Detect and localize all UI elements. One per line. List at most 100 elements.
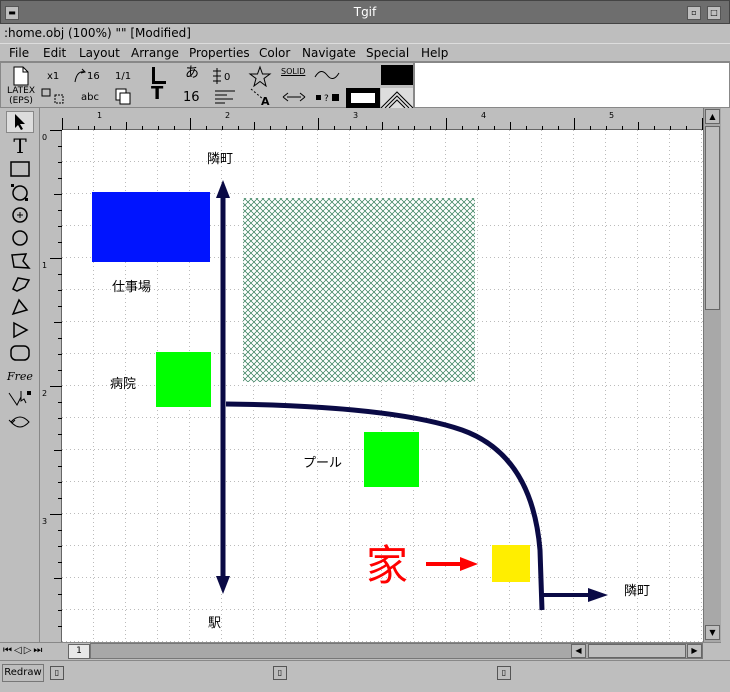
- vspace-value[interactable]: 0: [224, 72, 230, 84]
- vertical-scrollbar[interactable]: ▲ ▼: [703, 108, 721, 642]
- menu-bar: File Edit Layout Arrange Properties Colo…: [0, 43, 730, 62]
- page-icon[interactable]: [11, 66, 31, 86]
- vruler-tick-0: 0: [42, 133, 48, 142]
- file-status: :home.obj (100%) "" [Modified]: [4, 26, 191, 40]
- horizontal-ruler-ticks: [62, 118, 703, 130]
- arc-mode-icon[interactable]: [6, 296, 34, 318]
- latex-eps-selector[interactable]: LATEX (EPS): [7, 86, 35, 106]
- hruler-tick-1: 1: [97, 111, 103, 120]
- freehand-mode-icon[interactable]: Free: [6, 365, 34, 387]
- mode-toolbar: T Free: [0, 108, 40, 642]
- spline-icon[interactable]: [313, 67, 341, 83]
- edge-oval-mode-icon[interactable]: [6, 227, 34, 249]
- redraw-button[interactable]: Redraw: [2, 664, 44, 682]
- workplace-rect[interactable]: [92, 192, 210, 262]
- vertical-scroll-thumb[interactable]: [705, 126, 720, 310]
- justify-icon[interactable]: [213, 89, 237, 105]
- label-station[interactable]: 駅: [208, 612, 221, 631]
- text-mode-icon[interactable]: T: [6, 134, 34, 158]
- latex-label: LATEX: [7, 86, 36, 96]
- vruler-tick-2: 2: [42, 389, 48, 398]
- title-bar: Tgif ▬ ▫ □: [0, 0, 730, 24]
- polygon-mode-icon[interactable]: [6, 273, 34, 295]
- menu-help[interactable]: Help: [421, 45, 448, 62]
- vertical-ruler: 0 1 2 3: [40, 130, 62, 642]
- mouse-middle-icon: ▯: [273, 666, 287, 680]
- horizontal-scrollbar[interactable]: ◀ ▶: [90, 643, 703, 659]
- font-size-value[interactable]: 16: [183, 91, 200, 104]
- vruler-tick-1: 1: [42, 261, 48, 270]
- label-hospital[interactable]: 病院: [110, 373, 136, 392]
- color-swatch[interactable]: [381, 65, 413, 85]
- menu-navigate[interactable]: Navigate: [302, 45, 356, 62]
- poly-mode-icon[interactable]: [6, 250, 34, 272]
- eps-label: (EPS): [9, 96, 33, 106]
- rotate-icon[interactable]: [73, 68, 87, 84]
- vspace-icon[interactable]: [211, 68, 223, 84]
- pool-rect[interactable]: [364, 432, 419, 487]
- scroll-right-arrow-icon[interactable]: ▶: [687, 644, 702, 658]
- menu-layout[interactable]: Layout: [79, 45, 120, 62]
- drawing-canvas[interactable]: 隣町 仕事場 病院 プール 家 駅 隣町: [62, 130, 703, 642]
- label-home[interactable]: 家: [366, 532, 408, 593]
- hatched-area[interactable]: [243, 198, 475, 382]
- status-bar: Redraw ▯ ▯ ▯: [0, 660, 730, 692]
- rectangle-mode-icon[interactable]: [6, 158, 34, 180]
- window-menu-button[interactable]: ▬: [5, 6, 19, 20]
- menu-properties[interactable]: Properties: [189, 45, 250, 62]
- minimize-button[interactable]: ▫: [687, 6, 701, 20]
- ruler-corner: [40, 108, 62, 130]
- hruler-tick-4: 4: [481, 111, 487, 120]
- pen-pattern-icon[interactable]: [381, 88, 413, 108]
- label-top-neighbor-town[interactable]: 隣町: [207, 148, 233, 167]
- copy-pages-icon[interactable]: [115, 88, 133, 106]
- select-mode-icon[interactable]: [6, 111, 34, 133]
- hruler-tick-5: 5: [609, 111, 615, 120]
- grid-size-selector[interactable]: 16: [87, 71, 100, 83]
- scroll-up-arrow-icon[interactable]: ▲: [705, 109, 720, 124]
- choice-panel: x1 16 1/1 あ 0 SOLID LATEX (EPS) abc T 16…: [0, 62, 414, 108]
- label-pool[interactable]: プール: [303, 452, 342, 471]
- hruler-tick-2: 2: [225, 111, 231, 120]
- message-area: [414, 62, 730, 108]
- shapes-icon[interactable]: [41, 87, 69, 107]
- zoom-selector[interactable]: x1: [47, 71, 59, 83]
- font-selector[interactable]: あ: [185, 66, 199, 80]
- dash-style-icon[interactable]: ?: [315, 91, 343, 103]
- hruler-tick-3: 3: [353, 111, 359, 120]
- maximize-button[interactable]: □: [707, 6, 721, 20]
- label-right-neighbor-town[interactable]: 隣町: [624, 580, 650, 599]
- page-tab[interactable]: 1: [68, 644, 90, 659]
- menu-arrange[interactable]: Arrange: [131, 45, 179, 62]
- arrow-style-icon[interactable]: [281, 91, 307, 103]
- label-workplace[interactable]: 仕事場: [112, 276, 151, 295]
- scroll-down-arrow-icon[interactable]: ▼: [705, 625, 720, 640]
- page-selector[interactable]: 1/1: [115, 71, 131, 83]
- mouse-left-icon: ▯: [50, 666, 64, 680]
- menu-special[interactable]: Special: [366, 45, 409, 62]
- window-title: Tgif: [353, 5, 377, 19]
- corner-oval-mode-icon[interactable]: [6, 181, 34, 203]
- svg-text:A: A: [261, 95, 270, 107]
- star-icon[interactable]: [248, 65, 272, 87]
- rotate-mode-icon[interactable]: [6, 411, 34, 433]
- horizontal-scroll-thumb[interactable]: [588, 644, 686, 658]
- line-style-selector[interactable]: SOLID: [281, 66, 305, 78]
- hospital-rect[interactable]: [156, 352, 211, 407]
- home-rect[interactable]: [492, 545, 530, 582]
- scroll-left-arrow-icon[interactable]: ◀: [571, 644, 586, 658]
- vruler-tick-3: 3: [42, 517, 48, 526]
- center-oval-mode-icon[interactable]: [6, 204, 34, 226]
- round-rect-mode-icon[interactable]: [6, 342, 34, 364]
- page-nav-icons[interactable]: ⏮◁▷⏭: [3, 645, 44, 656]
- select-vertex-mode-icon[interactable]: [6, 388, 34, 410]
- horizontal-ruler: 1 2 3 4 5: [62, 108, 703, 130]
- triangle-mode-icon[interactable]: [6, 319, 34, 341]
- text-style-selector[interactable]: abc: [81, 92, 99, 104]
- font-style-selector[interactable]: T: [151, 85, 163, 103]
- fill-pattern-selector[interactable]: [346, 88, 380, 108]
- menu-color[interactable]: Color: [259, 45, 290, 62]
- menu-file[interactable]: File: [9, 45, 29, 62]
- text-rotate-icon[interactable]: A: [249, 87, 273, 107]
- menu-edit[interactable]: Edit: [43, 45, 66, 62]
